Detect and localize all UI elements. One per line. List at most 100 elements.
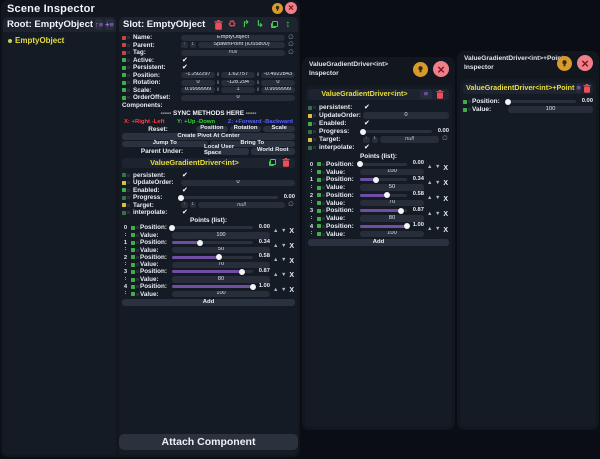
move-down-icon[interactable]: ▼ bbox=[435, 180, 442, 187]
point-value-input[interactable]: 80 bbox=[360, 215, 424, 222]
position-x-input[interactable]: -1.292297 bbox=[181, 72, 215, 78]
comp-persistent-checkbox[interactable]: ✔ bbox=[182, 172, 188, 179]
move-down-icon[interactable]: ▼ bbox=[435, 227, 442, 234]
add-child-icon[interactable]: ↳ bbox=[254, 19, 266, 31]
add-point-button[interactable]: Add bbox=[122, 299, 295, 306]
enabled-checkbox[interactable]: ✔ bbox=[364, 120, 370, 127]
ref-grab-icon[interactable]: ↑ bbox=[181, 202, 188, 208]
move-up-icon[interactable]: ▲ bbox=[273, 287, 280, 294]
name-input[interactable]: EmptyObject bbox=[181, 35, 285, 41]
move-down-icon[interactable]: ▼ bbox=[435, 165, 442, 172]
delete-point-icon[interactable]: X bbox=[443, 180, 450, 187]
close-icon[interactable]: × bbox=[285, 2, 297, 14]
insert-parent-icon[interactable]: ↱ bbox=[240, 19, 252, 31]
persistent-checkbox[interactable]: ✔ bbox=[182, 64, 188, 71]
scale-x-input[interactable]: 0.9999999 bbox=[181, 87, 215, 93]
null-set-icon[interactable]: ∅ bbox=[287, 50, 295, 57]
delete-point-icon[interactable]: X bbox=[443, 227, 450, 234]
pin-lightbulb-icon[interactable] bbox=[272, 3, 283, 14]
close-icon[interactable]: × bbox=[577, 55, 593, 71]
local-user-space-button[interactable]: Local User Space bbox=[204, 148, 249, 155]
reset-position-button[interactable]: Position bbox=[196, 126, 228, 133]
scene-inspector-titlebar[interactable]: Scene Inspector × bbox=[1, 0, 300, 17]
remove-component-icon[interactable] bbox=[434, 88, 446, 100]
point-position-slider[interactable] bbox=[508, 99, 576, 104]
delete-point-icon[interactable]: X bbox=[443, 165, 450, 172]
component-header[interactable]: ValueGradientDriver<int> bbox=[122, 158, 295, 168]
target-ref-field[interactable]: null bbox=[380, 136, 439, 143]
pin-lightbulb-icon[interactable] bbox=[413, 62, 428, 77]
point-position-slider[interactable] bbox=[172, 284, 253, 289]
point-value-input[interactable]: 100 bbox=[360, 231, 424, 238]
delete-point-icon[interactable]: X bbox=[289, 243, 296, 250]
duplicate-component-icon[interactable] bbox=[266, 157, 278, 169]
attach-component-button[interactable]: Attach Component bbox=[119, 434, 298, 450]
remove-component-icon[interactable] bbox=[583, 82, 591, 94]
move-up-icon[interactable]: ▲ bbox=[273, 272, 280, 279]
move-up-icon[interactable]: ▲ bbox=[427, 211, 434, 218]
point-value-input[interactable]: 80 bbox=[172, 276, 270, 282]
ref-grab-icon[interactable]: ↑ bbox=[181, 42, 188, 48]
point-position-slider[interactable] bbox=[360, 162, 407, 167]
updateorder-input[interactable]: 0 bbox=[363, 112, 449, 119]
move-down-icon[interactable]: ▼ bbox=[435, 211, 442, 218]
delete-point-icon[interactable]: X bbox=[289, 228, 296, 235]
point-value-input[interactable]: 100 bbox=[172, 232, 270, 238]
component-header[interactable]: ValueGradientDriver<int>+Point ≡ bbox=[463, 83, 593, 94]
interpolate-checkbox[interactable]: ✔ bbox=[182, 209, 188, 216]
move-down-icon[interactable]: ▼ bbox=[281, 228, 288, 235]
point-value-input[interactable]: 100 bbox=[172, 291, 270, 297]
target-ref-field[interactable]: null bbox=[198, 202, 285, 208]
move-up-icon[interactable]: ▲ bbox=[273, 228, 280, 235]
move-down-icon[interactable]: ▼ bbox=[281, 258, 288, 265]
close-icon[interactable]: × bbox=[433, 61, 449, 77]
rotation-y-input[interactable]: -128.294 bbox=[221, 80, 255, 86]
move-down-icon[interactable]: ▼ bbox=[281, 243, 288, 250]
enabled-checkbox[interactable]: ✔ bbox=[182, 187, 188, 194]
move-up-icon[interactable]: ▲ bbox=[427, 180, 434, 187]
point-position-slider[interactable] bbox=[172, 225, 253, 230]
delete-point-icon[interactable]: X bbox=[443, 196, 450, 203]
duplicate-slot-icon[interactable] bbox=[268, 19, 280, 31]
point-position-slider[interactable] bbox=[172, 240, 253, 245]
root-add-icon[interactable]: +≡ bbox=[105, 19, 114, 30]
point-position-slider[interactable] bbox=[360, 208, 407, 213]
open-component-icon[interactable]: ≡ bbox=[576, 84, 580, 93]
rotation-x-input[interactable]: 0 bbox=[181, 80, 215, 86]
tree-item-emptyobject[interactable]: EmptyObject bbox=[8, 36, 111, 45]
move-down-icon[interactable]: ▼ bbox=[281, 287, 288, 294]
point-position-slider[interactable] bbox=[172, 255, 253, 260]
reset-scale-button[interactable]: Scale bbox=[263, 126, 295, 133]
point-value-input[interactable]: 70 bbox=[360, 200, 424, 207]
jump-to-button[interactable]: Jump To bbox=[122, 141, 208, 148]
delete-slot-icon[interactable] bbox=[212, 19, 224, 31]
scale-y-input[interactable]: 1 bbox=[221, 87, 255, 93]
move-up-icon[interactable]: ▲ bbox=[427, 165, 434, 172]
delete-point-icon[interactable]: X bbox=[443, 211, 450, 218]
remove-component-icon[interactable] bbox=[280, 157, 292, 169]
point-position-slider[interactable] bbox=[360, 177, 407, 182]
component-header[interactable]: ValueGradientDriver<int> ≡ bbox=[308, 89, 449, 100]
move-up-icon[interactable]: ▲ bbox=[427, 227, 434, 234]
tag-input[interactable]: null bbox=[181, 50, 285, 56]
null-set-icon[interactable]: ∅ bbox=[441, 136, 449, 143]
updateorder-input[interactable]: 0 bbox=[181, 180, 295, 186]
ref-grab-icon[interactable]: ↑ bbox=[363, 137, 370, 143]
point-value-input[interactable]: 70 bbox=[172, 262, 270, 268]
delete-point-icon[interactable]: X bbox=[289, 287, 296, 294]
comp-persistent-checkbox[interactable]: ✔ bbox=[364, 104, 370, 111]
progress-slider[interactable] bbox=[363, 129, 432, 134]
parent-ref-field[interactable]: SpawnPoint (ID55800) bbox=[198, 42, 285, 48]
point-position-slider[interactable] bbox=[360, 193, 407, 198]
point-value-input[interactable]: 50 bbox=[360, 184, 424, 191]
point-titlebar[interactable]: ValueGradientDriver<int>+Point Inspector… bbox=[457, 51, 599, 77]
position-z-input[interactable]: -0.4922843 bbox=[261, 72, 295, 78]
interpolate-checkbox[interactable]: ✔ bbox=[364, 144, 370, 151]
destroy-recycle-icon[interactable]: ♻ bbox=[226, 19, 238, 31]
reset-rotation-button[interactable]: Rotation bbox=[230, 126, 262, 133]
world-root-button[interactable]: World Root bbox=[251, 148, 296, 155]
pin-lightbulb-icon[interactable] bbox=[557, 56, 572, 71]
delete-point-icon[interactable]: X bbox=[289, 258, 296, 265]
progress-slider[interactable] bbox=[181, 195, 278, 200]
move-up-icon[interactable]: ▲ bbox=[427, 196, 434, 203]
